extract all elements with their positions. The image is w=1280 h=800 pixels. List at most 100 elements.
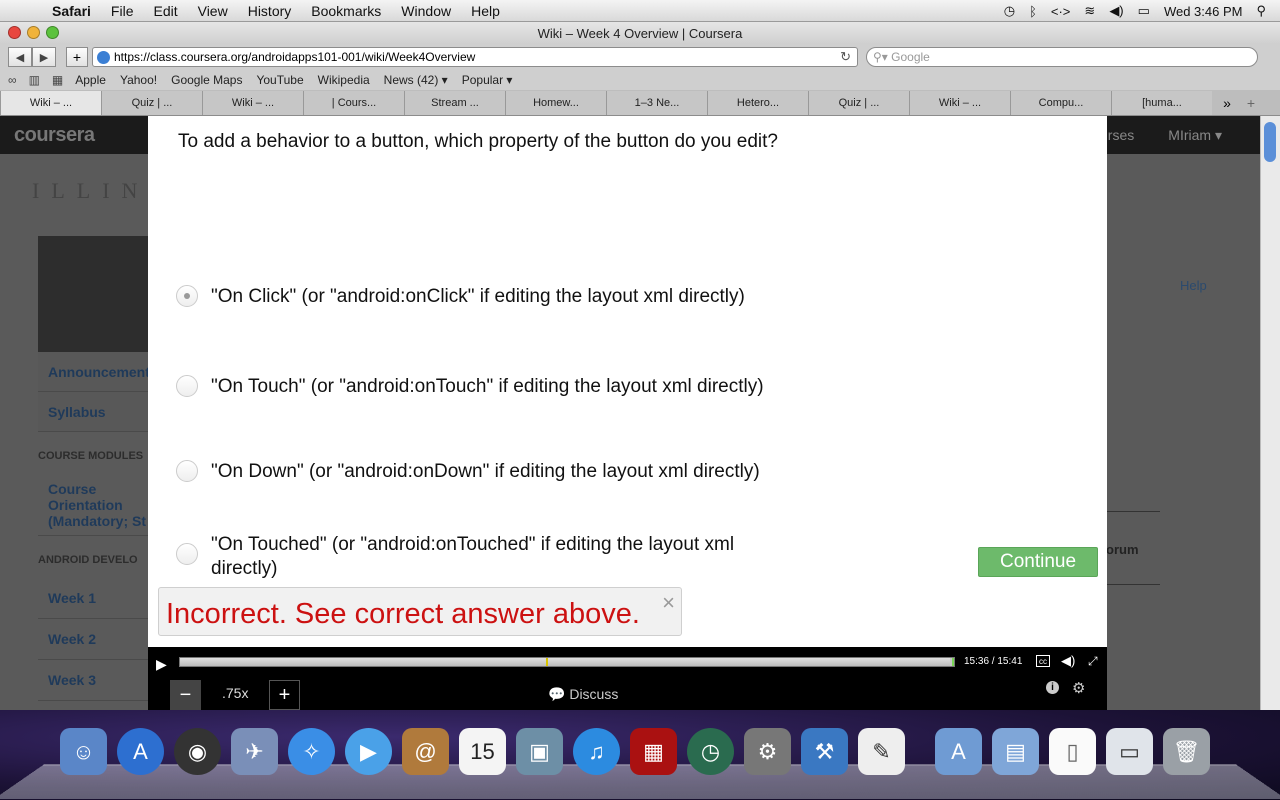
sidebar-item-syllabus[interactable]: Syllabus [38, 392, 150, 432]
dashboard-icon[interactable]: ◉ [174, 728, 221, 775]
menu-edit[interactable]: Edit [153, 3, 177, 19]
clock[interactable]: Wed 3:46 PM [1164, 4, 1243, 19]
wifi-icon[interactable]: ≋ [1084, 3, 1095, 19]
sidebar-item-week1[interactable]: Week 1 [38, 578, 150, 619]
reload-icon[interactable]: ↻ [840, 49, 851, 65]
menu-file[interactable]: File [111, 3, 134, 19]
back-icon[interactable]: ◀ [8, 47, 32, 67]
apple-menu-icon[interactable] [18, 0, 38, 22]
add-bookmark-button[interactable]: + [66, 47, 88, 67]
applications-folder-icon[interactable]: A [935, 728, 982, 775]
bookmarks-book-icon[interactable]: ▥ [29, 73, 40, 87]
scrollbar-thumb[interactable] [1264, 122, 1276, 162]
tab-item[interactable]: [huma... [1111, 91, 1212, 115]
menu-view[interactable]: View [198, 3, 228, 19]
volume-icon[interactable]: ◀) [1061, 653, 1075, 669]
calendar-icon[interactable]: 15 [459, 728, 506, 775]
finder-icon[interactable]: ☺ [60, 728, 107, 775]
radio-button[interactable] [176, 375, 198, 397]
help-link[interactable]: Help [1180, 278, 1207, 293]
documents-folder-icon[interactable]: ▤ [992, 728, 1039, 775]
sidebar-item-orientation[interactable]: Course Orientation (Mandatory; St [38, 474, 150, 536]
system-preferences-icon[interactable]: ⚙ [744, 728, 791, 775]
volume-icon[interactable]: ◀) [1109, 3, 1123, 19]
bookmark-news[interactable]: News (42) ▾ [384, 73, 448, 87]
photo-booth-icon[interactable]: ▦ [630, 728, 677, 775]
quiz-option-2[interactable]: "On Touch" (or "android:onTouch" if edit… [176, 375, 764, 399]
app-store-icon[interactable]: A [117, 728, 164, 775]
tab-item[interactable]: Wiki – ... [909, 91, 1010, 115]
address-book-icon[interactable]: @ [402, 728, 449, 775]
menu-help[interactable]: Help [471, 3, 500, 19]
minimize-window-icon[interactable] [27, 26, 40, 39]
user-menu[interactable]: MIriam ▾ [1168, 127, 1222, 144]
tab-overflow-icon[interactable]: » [1212, 91, 1242, 115]
tab-item[interactable]: Homew... [505, 91, 606, 115]
fullscreen-icon[interactable]: ⤢ [1088, 654, 1098, 669]
quiz-option-4[interactable]: "On Touched" (or "android:onTouched" if … [176, 533, 786, 581]
menu-window[interactable]: Window [401, 3, 451, 19]
captions-icon[interactable]: cc [1036, 655, 1050, 667]
search-field[interactable]: ⚲▾ Google [866, 47, 1258, 67]
quiz-option-1[interactable]: "On Click" (or "android:onClick" if edit… [176, 285, 745, 309]
info-icon[interactable]: i [1046, 681, 1059, 694]
coursera-logo[interactable]: coursera [14, 124, 95, 147]
iphoto-icon[interactable]: ▣ [516, 728, 563, 775]
downloads-stack-icon[interactable]: ▭ [1106, 728, 1153, 775]
bluetooth-icon[interactable]: ᛒ [1029, 4, 1037, 19]
document-stack-icon[interactable]: ▯ [1049, 728, 1096, 775]
radio-button-selected[interactable] [176, 285, 198, 307]
sidebar-item-announcements[interactable]: Announcements [38, 352, 158, 392]
bookmark-wikipedia[interactable]: Wikipedia [318, 73, 370, 87]
time-machine-icon[interactable]: ◷ [1004, 3, 1015, 19]
video-progress-bar[interactable] [179, 657, 955, 667]
discuss-link[interactable]: 💬 Discuss [548, 686, 618, 703]
time-machine-icon[interactable]: ◷ [687, 728, 734, 775]
top-sites-icon[interactable]: ▦ [52, 73, 63, 87]
network-arrows-icon[interactable]: <·> [1051, 4, 1071, 19]
zoom-window-icon[interactable] [46, 26, 59, 39]
quiz-marker[interactable] [546, 658, 548, 666]
forward-icon[interactable]: ▶ [32, 47, 56, 67]
close-feedback-icon[interactable]: × [662, 590, 675, 616]
tab-item[interactable]: | Cours... [303, 91, 404, 115]
xcode-icon[interactable]: ⚒ [801, 728, 848, 775]
tab-item[interactable]: Stream ... [404, 91, 505, 115]
textedit-icon[interactable]: ✎ [858, 728, 905, 775]
sidebar-item-week2[interactable]: Week 2 [38, 619, 150, 660]
bookmark-apple[interactable]: Apple [75, 73, 106, 87]
tab-item[interactable]: 1–3 Ne... [606, 91, 707, 115]
trash-icon[interactable]: 🗑 [1163, 728, 1210, 775]
radio-button[interactable] [176, 460, 198, 482]
bookmark-google-maps[interactable]: Google Maps [171, 73, 242, 87]
quiz-option-3[interactable]: "On Down" (or "android:onDown" if editin… [176, 460, 760, 484]
menu-app-safari[interactable]: Safari [52, 3, 91, 19]
bookmark-yahoo[interactable]: Yahoo! [120, 73, 157, 87]
continue-button[interactable]: Continue [978, 547, 1098, 577]
itunes-icon[interactable]: ♫ [573, 728, 620, 775]
tab-item[interactable]: Quiz | ... [101, 91, 202, 115]
speed-increase-button[interactable]: + [269, 680, 300, 710]
quiz-marker[interactable] [952, 658, 954, 666]
menu-history[interactable]: History [248, 3, 292, 19]
preview-icon[interactable]: ✈ [231, 728, 278, 775]
tab-item[interactable]: Hetero... [707, 91, 808, 115]
bookmark-popular[interactable]: Popular ▾ [462, 73, 513, 87]
sidebar-item-week3[interactable]: Week 3 [38, 660, 150, 701]
facetime-icon[interactable]: ▶ [345, 728, 392, 775]
safari-icon[interactable]: ✧ [288, 728, 335, 775]
reading-list-icon[interactable]: ∞ [8, 73, 17, 87]
page-scrollbar[interactable] [1260, 116, 1280, 710]
spotlight-icon[interactable]: ⚲ [1256, 3, 1266, 19]
battery-icon[interactable]: ▭ [1138, 3, 1150, 19]
tab-item[interactable]: Compu... [1010, 91, 1111, 115]
close-window-icon[interactable] [8, 26, 21, 39]
menu-bookmarks[interactable]: Bookmarks [311, 3, 381, 19]
gear-icon[interactable]: ⚙ [1072, 679, 1085, 697]
speed-decrease-button[interactable]: − [170, 680, 201, 710]
new-tab-icon[interactable]: + [1242, 91, 1260, 115]
play-icon[interactable]: ▶ [156, 656, 167, 673]
tab-item[interactable]: Quiz | ... [808, 91, 909, 115]
tab-item[interactable]: Wiki – ... [202, 91, 303, 115]
bookmark-youtube[interactable]: YouTube [256, 73, 303, 87]
